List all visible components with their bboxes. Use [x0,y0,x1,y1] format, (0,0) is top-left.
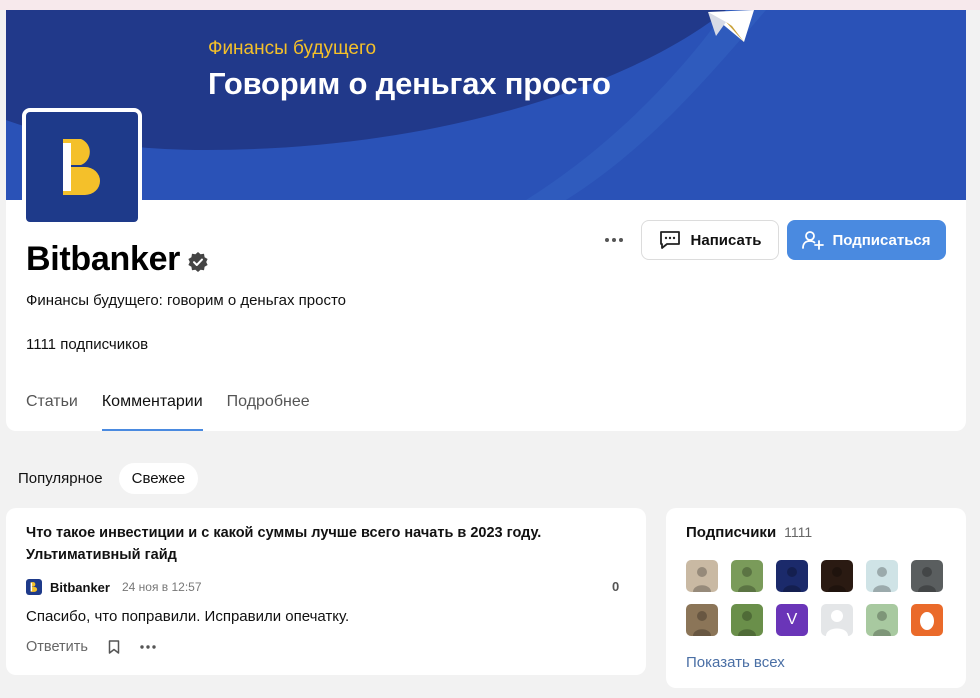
paper-plane-icon [708,10,754,42]
subscriber-avatar-nature[interactable] [731,560,763,592]
subscribe-button-label: Подписаться [832,231,931,249]
subscriber-avatar-flowers[interactable] [731,604,763,636]
top-strip [0,0,980,10]
verified-icon [188,251,208,272]
more-options-button[interactable] [602,230,626,250]
tab-articles[interactable]: Статьи [26,384,78,431]
default-user-icon [826,610,848,636]
person-silhouette-icon [693,567,711,592]
bitbanker-logo-icon [63,139,100,195]
subscribers-count[interactable]: 1111 подписчиков [26,336,148,353]
subscribers-widget-count: 1111 [784,524,813,540]
profile-name: Bitbanker [26,240,181,278]
subscribers-widget-title[interactable]: Подписчики [686,524,776,541]
cover-title: Говорим о деньгах просто [208,66,611,101]
profile-card: Финансы будущего Говорим о деньгах прост… [6,10,966,431]
show-all-link[interactable]: Показать всех [686,654,785,671]
comment-score: 0 [612,579,620,594]
tab-details[interactable]: Подробнее [227,384,310,431]
message-icon [659,231,680,249]
profile-tabs: Статьи Комментарии Подробнее [26,384,334,431]
person-silhouette-icon [873,611,891,636]
comment-actions: Ответить [26,639,156,655]
subscriber-avatar-beach[interactable] [866,560,898,592]
subscriber-avatar-egg[interactable] [911,604,943,636]
person-silhouette-icon [738,611,756,636]
subscribers-widget: Подписчики 1111 V Показать всех [666,508,966,688]
subscriber-avatar-silhouette[interactable] [911,560,943,592]
cover-subtitle: Финансы будущего [208,38,377,59]
subscribers-widget-header: Подписчики 1111 [686,524,812,541]
comment-author-avatar[interactable] [26,579,42,595]
subscriber-avatar-person[interactable] [866,604,898,636]
comment-more-icon[interactable] [140,645,156,649]
person-silhouette-icon [918,567,936,592]
person-silhouette-icon [828,567,846,592]
person-silhouette-icon [783,567,801,592]
filter-fresh[interactable]: Свежее [118,463,199,494]
add-user-icon [802,231,825,250]
subscriber-avatar-person[interactable] [686,604,718,636]
comment-text: Спасибо, что поправили. Исправили опечат… [26,608,350,625]
bitbanker-logo-icon [30,582,38,592]
person-silhouette-icon [738,567,756,592]
bookmark-icon[interactable] [108,640,120,654]
reply-button[interactable]: Ответить [26,639,88,655]
egg-icon [920,612,934,630]
subscribers-avatar-grid: V [686,560,943,636]
subscriber-avatar-letter-text: V [786,611,798,628]
write-button-label: Написать [690,231,762,249]
subscriber-avatar-portrait[interactable] [821,560,853,592]
cover-wave-graphic [6,10,766,200]
comment-author[interactable]: Bitbanker [50,580,110,595]
subscribe-button[interactable]: Подписаться [787,220,946,260]
subscriber-avatar-letter[interactable]: V [776,604,808,636]
subscriber-avatar-default[interactable] [821,604,853,636]
comment-date[interactable]: 24 ноя в 12:57 [122,580,202,594]
cover-banner: Финансы будущего Говорим о деньгах прост… [6,10,966,200]
comment-meta: Bitbanker 24 ноя в 12:57 [26,579,202,595]
profile-name-row: Bitbanker [26,240,208,279]
channel-avatar [22,108,142,226]
person-silhouette-icon [873,567,891,592]
subscriber-avatar-portrait[interactable] [776,560,808,592]
tab-comments[interactable]: Комментарии [101,384,203,431]
person-silhouette-icon [693,611,711,636]
subscriber-avatar-photo[interactable] [686,560,718,592]
sort-filter-row: Популярное Свежее [10,463,199,494]
more-dots-icon [605,238,623,242]
comment-article-title[interactable]: Что такое инвестиции и с какой суммы луч… [26,522,586,566]
write-message-button[interactable]: Написать [641,220,779,260]
filter-popular[interactable]: Популярное [10,463,111,494]
comment-card: Что такое инвестиции и с какой суммы луч… [6,508,646,675]
profile-description: Финансы будущего: говорим о деньгах прос… [26,292,347,309]
